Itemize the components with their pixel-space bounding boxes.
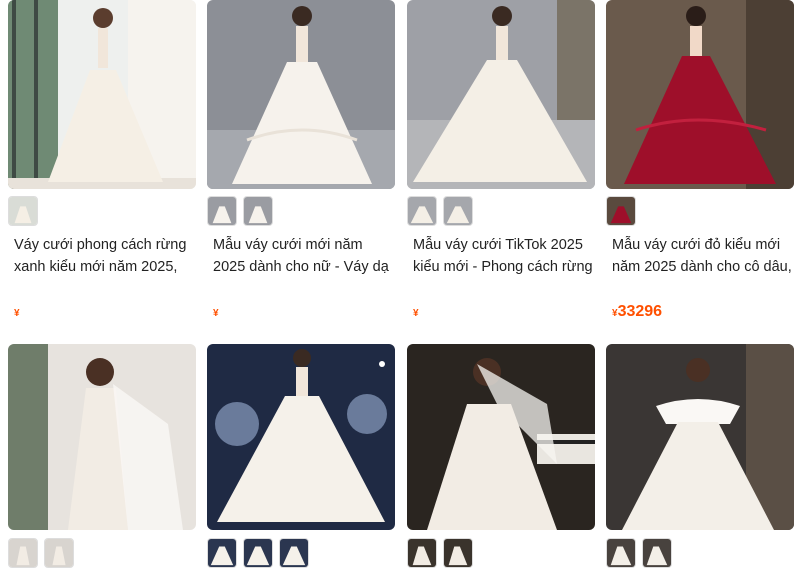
product-thumbnail[interactable] xyxy=(443,538,473,568)
product-title[interactable]: Mẫu váy cưới đỏ kiểu mới năm 2025 dành c… xyxy=(612,234,792,278)
product-thumbnail[interactable] xyxy=(207,196,237,226)
product-thumbnail[interactable] xyxy=(8,196,38,226)
product-thumbnail[interactable] xyxy=(207,538,237,568)
product-title[interactable]: Mẫu váy cưới mới năm 2025 dành cho nữ - … xyxy=(213,234,393,278)
product-image[interactable] xyxy=(207,344,395,530)
product-price: ¥ xyxy=(413,308,419,319)
product-thumbnail[interactable] xyxy=(243,196,273,226)
product-image[interactable] xyxy=(8,0,196,189)
product-image[interactable] xyxy=(8,344,196,530)
product-price: ¥ xyxy=(213,308,219,319)
product-thumbnail[interactable] xyxy=(279,538,309,568)
product-image[interactable] xyxy=(606,344,794,530)
product-thumbnail[interactable] xyxy=(407,538,437,568)
product-title[interactable]: Mẫu váy cưới TikTok 2025 kiểu mới - Phon… xyxy=(413,234,593,278)
product-thumbnail[interactable] xyxy=(606,196,636,226)
product-price: ¥33296 xyxy=(612,303,663,320)
product-thumbnail[interactable] xyxy=(606,538,636,568)
product-price: ¥ xyxy=(14,308,20,319)
product-thumbnail[interactable] xyxy=(8,538,38,568)
product-image[interactable] xyxy=(606,0,794,189)
product-title[interactable]: Váy cưới phong cách rừng xanh kiểu mới n… xyxy=(14,234,194,278)
product-image[interactable] xyxy=(407,344,595,530)
product-thumbnail[interactable] xyxy=(243,538,273,568)
product-thumbnail[interactable] xyxy=(642,538,672,568)
product-image[interactable] xyxy=(207,0,395,189)
product-thumbnail[interactable] xyxy=(407,196,437,226)
product-thumbnail[interactable] xyxy=(44,538,74,568)
product-thumbnail[interactable] xyxy=(443,196,473,226)
product-image[interactable] xyxy=(407,0,595,189)
